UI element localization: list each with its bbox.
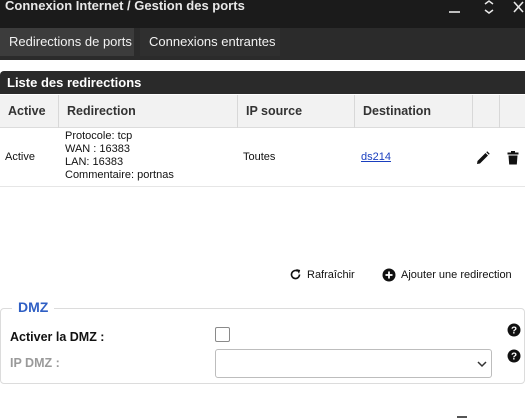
- row-protocole: Protocole: tcp: [65, 130, 133, 142]
- row-wan: WAN : 16383: [65, 143, 131, 155]
- refresh-button[interactable]: Rafraîchir: [289, 268, 359, 282]
- ip-dmz-select[interactable]: [215, 349, 492, 378]
- row-lan: LAN: 16383: [65, 156, 124, 168]
- row-destination-link[interactable]: ds214: [361, 151, 391, 163]
- tab-bar: Redirections de ports Connexions entrant…: [0, 28, 525, 60]
- window-title: Connexion Internet / Gestion des ports: [5, 0, 245, 13]
- tab-redirections-de-ports[interactable]: Redirections de ports: [0, 28, 134, 56]
- window-titlebar: Connexion Internet / Gestion des ports: [0, 0, 525, 28]
- chevron-down-icon: [473, 350, 491, 377]
- table-row: Active Protocole: tcp WAN : 16383 LAN: 1…: [0, 128, 525, 187]
- dmz-legend: DMZ: [12, 299, 55, 315]
- column-header-ip-source[interactable]: IP source: [238, 95, 355, 128]
- activer-dmz-label: Activer la DMZ :: [10, 330, 105, 344]
- svg-text:?: ?: [511, 352, 517, 363]
- column-header-destination[interactable]: Destination: [355, 95, 473, 128]
- row-ip-source: Toutes: [243, 151, 276, 163]
- add-redirection-label: Ajouter une redirection: [401, 269, 512, 281]
- row-active-status: Active: [5, 151, 35, 163]
- table-header: Active Redirection IP source Destination: [0, 95, 525, 128]
- ip-dmz-label: IP DMZ :: [10, 356, 60, 370]
- refresh-label: Rafraîchir: [307, 269, 355, 281]
- tab-connexions-entrantes[interactable]: Connexions entrantes: [140, 28, 280, 56]
- help-icon[interactable]: ?: [507, 349, 521, 363]
- row-redirection-details: Protocole: tcp WAN : 16383 LAN: 16383 Co…: [65, 130, 174, 182]
- svg-text:?: ?: [511, 326, 517, 337]
- column-header-active[interactable]: Active: [0, 95, 59, 128]
- close-icon[interactable]: [510, 0, 525, 22]
- scroll-fragment: [457, 416, 467, 420]
- column-header-delete: [500, 95, 525, 128]
- plus-circle-icon: [382, 268, 396, 282]
- add-redirection-button[interactable]: Ajouter une redirection: [382, 268, 517, 282]
- collapse-icon[interactable]: [480, 0, 500, 22]
- refresh-icon: [290, 269, 301, 280]
- column-header-edit: [473, 95, 500, 128]
- minimize-icon[interactable]: [446, 0, 466, 22]
- activer-dmz-checkbox[interactable]: [215, 327, 230, 342]
- delete-icon[interactable]: [507, 151, 519, 165]
- panel-title: Liste des redirections: [0, 71, 525, 94]
- row-commentaire: Commentaire: portnas: [65, 169, 174, 181]
- edit-icon[interactable]: [476, 151, 490, 165]
- help-icon[interactable]: ?: [507, 323, 521, 337]
- column-header-redirection[interactable]: Redirection: [59, 95, 238, 128]
